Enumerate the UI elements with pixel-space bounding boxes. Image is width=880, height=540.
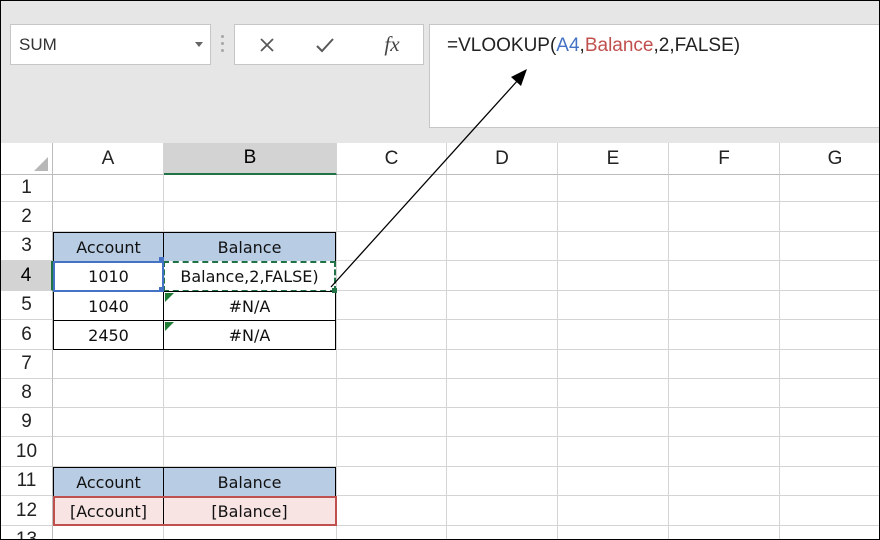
annotation-arrow [330, 69, 527, 288]
excel-window: SUM fx =VLOOKUP(A4,Balance,2,FALSE) Acco… [0, 0, 880, 540]
